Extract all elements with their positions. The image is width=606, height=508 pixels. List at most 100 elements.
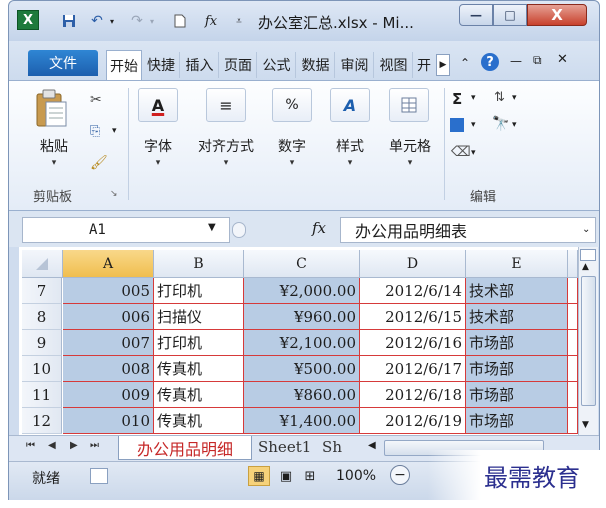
cell-b[interactable]: 打印机 <box>154 278 244 304</box>
last-sheet-icon[interactable]: ⏭ <box>90 440 99 451</box>
zoom-level[interactable]: 100% <box>336 468 376 484</box>
find-dropdown-icon[interactable]: ▾ <box>512 120 517 130</box>
qat-customize-icon[interactable]: ⩡ <box>232 12 246 30</box>
copy-dropdown-icon[interactable]: ▾ <box>112 126 117 136</box>
cells-button[interactable]: 单元格 <box>380 136 440 156</box>
tab-formulas[interactable]: 公式 <box>258 52 296 78</box>
sort-dropdown-icon[interactable]: ▾ <box>512 93 517 103</box>
cell-d[interactable]: 2012/6/16 <box>360 330 466 356</box>
cell-d[interactable]: 2012/6/18 <box>360 382 466 408</box>
tab-review[interactable]: 审阅 <box>336 52 374 78</box>
zoom-out-icon[interactable]: − <box>390 465 410 485</box>
scroll-up-icon[interactable]: ▲ <box>582 262 589 272</box>
styles-icon[interactable]: A <box>330 88 370 122</box>
cell-f[interactable] <box>568 278 578 304</box>
row-header[interactable]: 11 <box>22 382 62 408</box>
split-box[interactable] <box>580 249 596 261</box>
cell-d[interactable]: 2012/6/17 <box>360 356 466 382</box>
column-header-c[interactable]: C <box>244 250 360 278</box>
cell-b[interactable]: 打印机 <box>154 330 244 356</box>
cell-e[interactable]: 市场部 <box>466 356 568 382</box>
redo-dropdown-icon[interactable]: ▾ <box>147 12 157 30</box>
cell-a[interactable]: 010 <box>63 408 154 434</box>
cell-a[interactable]: 005 <box>63 278 154 304</box>
name-box-dropdown-icon[interactable]: ▼ <box>208 222 216 233</box>
row-header[interactable]: 10 <box>22 356 62 382</box>
alignment-dropdown-icon[interactable]: ▾ <box>188 158 264 168</box>
cell-c[interactable]: ¥2,100.00 <box>244 330 360 356</box>
save-icon[interactable] <box>60 12 78 30</box>
cell-b[interactable]: 传真机 <box>154 382 244 408</box>
styles-button[interactable]: 样式 <box>326 136 374 156</box>
copy-icon[interactable]: ⎘ <box>90 124 100 139</box>
prev-sheet-icon[interactable]: ◀ <box>48 440 56 451</box>
paste-dropdown-icon[interactable]: ▾ <box>28 158 80 168</box>
cell-c[interactable]: ¥1,400.00 <box>244 408 360 434</box>
workbook-close-icon[interactable]: ✕ <box>557 52 568 67</box>
redo-icon[interactable]: ↷ <box>128 12 146 30</box>
font-dropdown-icon[interactable]: ▾ <box>135 158 181 168</box>
font-button[interactable]: 字体 <box>135 136 181 156</box>
cell-e[interactable]: 市场部 <box>466 408 568 434</box>
cell-d[interactable]: 2012/6/15 <box>360 304 466 330</box>
cell-e[interactable]: 市场部 <box>466 330 568 356</box>
tab-view[interactable]: 视图 <box>375 52 413 78</box>
cell-c[interactable]: ¥960.00 <box>244 304 360 330</box>
tab-quick[interactable]: 快捷 <box>143 52 180 78</box>
name-box[interactable]: A1 <box>22 217 230 243</box>
paste-icon[interactable] <box>34 88 74 132</box>
normal-view-icon[interactable]: ▦ <box>248 466 270 486</box>
tab-data[interactable]: 数据 <box>297 52 335 78</box>
cell-f[interactable] <box>568 304 578 330</box>
cell-b[interactable]: 扫描仪 <box>154 304 244 330</box>
undo-dropdown-icon[interactable]: ▾ <box>107 12 117 30</box>
cell-e[interactable]: 技术部 <box>466 304 568 330</box>
alignment-button[interactable]: 对齐方式 <box>188 136 264 156</box>
insert-function-icon[interactable]: fx <box>200 12 222 30</box>
cell-a[interactable]: 009 <box>63 382 154 408</box>
scroll-down-icon[interactable]: ▼ <box>582 420 589 430</box>
autosum-icon[interactable]: Σ <box>452 90 462 108</box>
cell-f[interactable] <box>568 408 578 434</box>
minimize-button[interactable]: — <box>459 4 493 26</box>
row-header[interactable]: 7 <box>22 278 62 304</box>
new-file-icon[interactable] <box>172 12 188 30</box>
page-break-view-icon[interactable]: ⊞ <box>300 466 320 486</box>
cell-d[interactable]: 2012/6/19 <box>360 408 466 434</box>
sort-filter-icon[interactable]: ⇅ <box>494 90 505 105</box>
cell-f[interactable] <box>568 330 578 356</box>
tab-file[interactable]: 文件 <box>28 50 98 76</box>
column-header-a[interactable]: A <box>63 250 154 278</box>
insert-function-button[interactable]: fx <box>312 219 326 237</box>
cells-dropdown-icon[interactable]: ▾ <box>380 158 440 168</box>
clear-dropdown-icon[interactable]: ▾ <box>471 148 476 158</box>
cell-d[interactable]: 2012/6/14 <box>360 278 466 304</box>
column-header-e[interactable]: E <box>466 250 568 278</box>
cell-b[interactable]: 传真机 <box>154 356 244 382</box>
workbook-minimize-icon[interactable]: — <box>510 54 522 68</box>
cell-c[interactable]: ¥500.00 <box>244 356 360 382</box>
cell-c[interactable]: ¥2,000.00 <box>244 278 360 304</box>
cell-c[interactable]: ¥860.00 <box>244 382 360 408</box>
cells-icon[interactable] <box>389 88 429 122</box>
clear-icon[interactable]: ⌫ <box>451 144 471 160</box>
maximize-button[interactable]: □ <box>493 4 527 26</box>
font-color-icon[interactable]: A <box>138 88 178 122</box>
cell-b[interactable]: 传真机 <box>154 408 244 434</box>
help-icon[interactable]: ? <box>481 53 499 71</box>
formula-divider-handle[interactable] <box>232 222 246 238</box>
cell-e[interactable]: 市场部 <box>466 382 568 408</box>
number-dropdown-icon[interactable]: ▾ <box>270 158 314 168</box>
cut-icon[interactable]: ✂ <box>90 92 102 108</box>
find-select-icon[interactable]: 🔭 <box>492 116 509 132</box>
row-header[interactable]: 12 <box>22 408 62 434</box>
cell-e[interactable]: 技术部 <box>466 278 568 304</box>
fill-dropdown-icon[interactable]: ▾ <box>471 120 476 130</box>
page-layout-view-icon[interactable]: ▣ <box>276 466 296 486</box>
close-button[interactable]: X <box>527 4 587 26</box>
macro-record-icon[interactable] <box>90 468 108 484</box>
tab-page-layout[interactable]: 页面 <box>220 52 257 78</box>
cell-f[interactable] <box>568 356 578 382</box>
sheet-tab-active[interactable]: 办公用品明细 <box>118 436 252 460</box>
cell-f[interactable] <box>568 382 578 408</box>
